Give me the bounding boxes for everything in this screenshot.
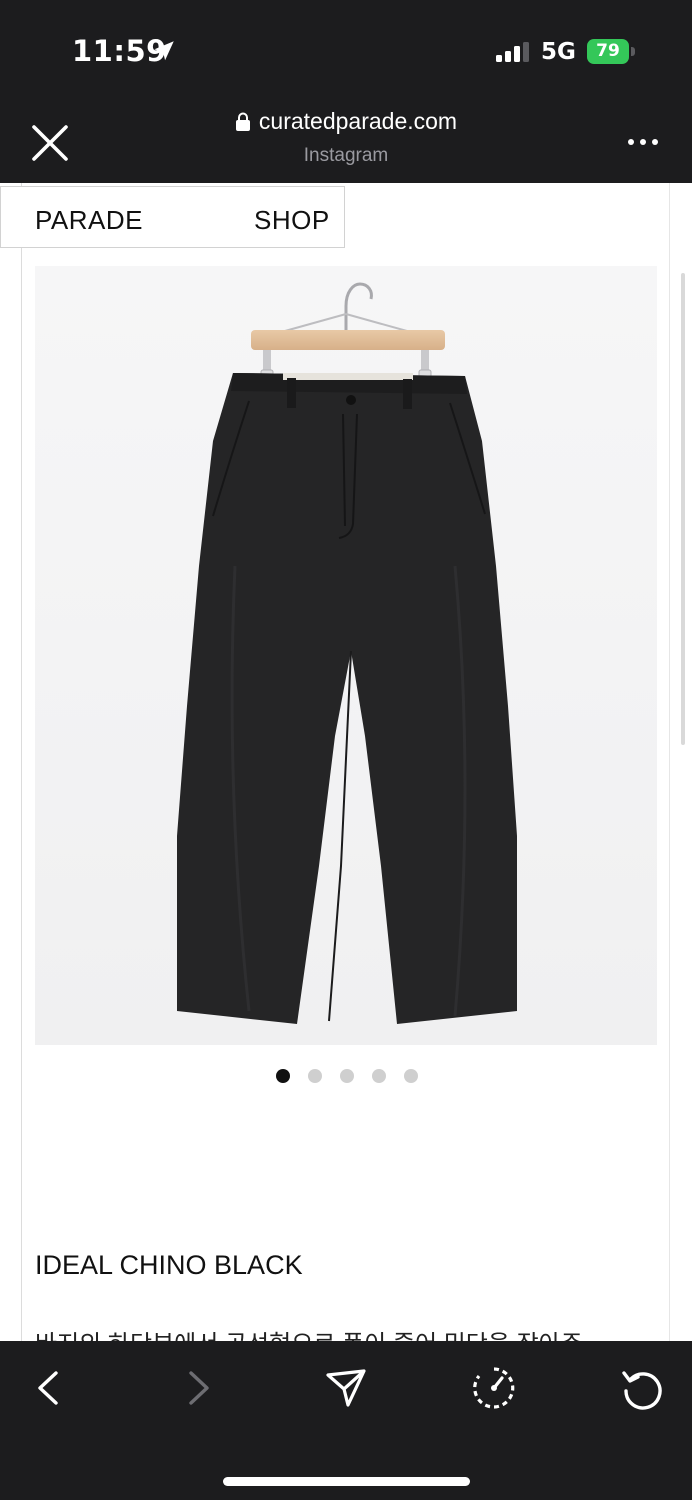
- carousel-dot[interactable]: [276, 1069, 290, 1083]
- nav-parade-link[interactable]: PARADE: [35, 205, 143, 236]
- lock-icon: [235, 112, 250, 131]
- cellular-signal-icon: [496, 42, 529, 62]
- product-title: IDEAL CHINO BLACK: [35, 1250, 303, 1280]
- home-indicator: [223, 1477, 470, 1486]
- carousel-dot[interactable]: [372, 1069, 386, 1083]
- location-arrow-icon: [154, 41, 174, 61]
- address-bar[interactable]: curatedparade.com: [0, 108, 692, 137]
- bottom-toolbar: [0, 1341, 692, 1500]
- forward-icon[interactable]: [175, 1365, 221, 1411]
- carousel-dot[interactable]: [308, 1069, 322, 1083]
- product-description: 바지의 하단부에서 곡선형으로 폼이 줄어 밑단을 잡아주: [35, 1324, 583, 1341]
- battery-level: 79: [596, 41, 620, 61]
- pants-illustration: [35, 266, 657, 1045]
- web-content[interactable]: PARADE SHOP IDEAL CHINO BLACK: [0, 183, 692, 1341]
- scrollbar[interactable]: [681, 273, 685, 745]
- back-icon[interactable]: [26, 1365, 72, 1411]
- more-options-icon[interactable]: [626, 132, 660, 152]
- top-bar: 11:59 5G 79 curatedparade.com Instagram: [0, 0, 692, 183]
- product-image[interactable]: [35, 266, 657, 1045]
- battery-icon: 79: [587, 39, 635, 64]
- carousel-dot[interactable]: [404, 1069, 418, 1083]
- url-text: curatedparade.com: [258, 108, 458, 134]
- nav-shop-link[interactable]: SHOP: [254, 205, 330, 236]
- speed-icon[interactable]: [471, 1365, 517, 1411]
- site-nav: PARADE SHOP: [0, 186, 345, 248]
- network-type: 5G: [541, 39, 576, 65]
- page-frame-right: [669, 183, 670, 1341]
- carousel-dot[interactable]: [340, 1069, 354, 1083]
- page-frame-left: [21, 183, 22, 1341]
- carousel-dots: [276, 1069, 418, 1083]
- reload-icon[interactable]: [620, 1365, 666, 1411]
- share-icon[interactable]: [323, 1365, 369, 1411]
- browser-subtitle: Instagram: [303, 145, 389, 166]
